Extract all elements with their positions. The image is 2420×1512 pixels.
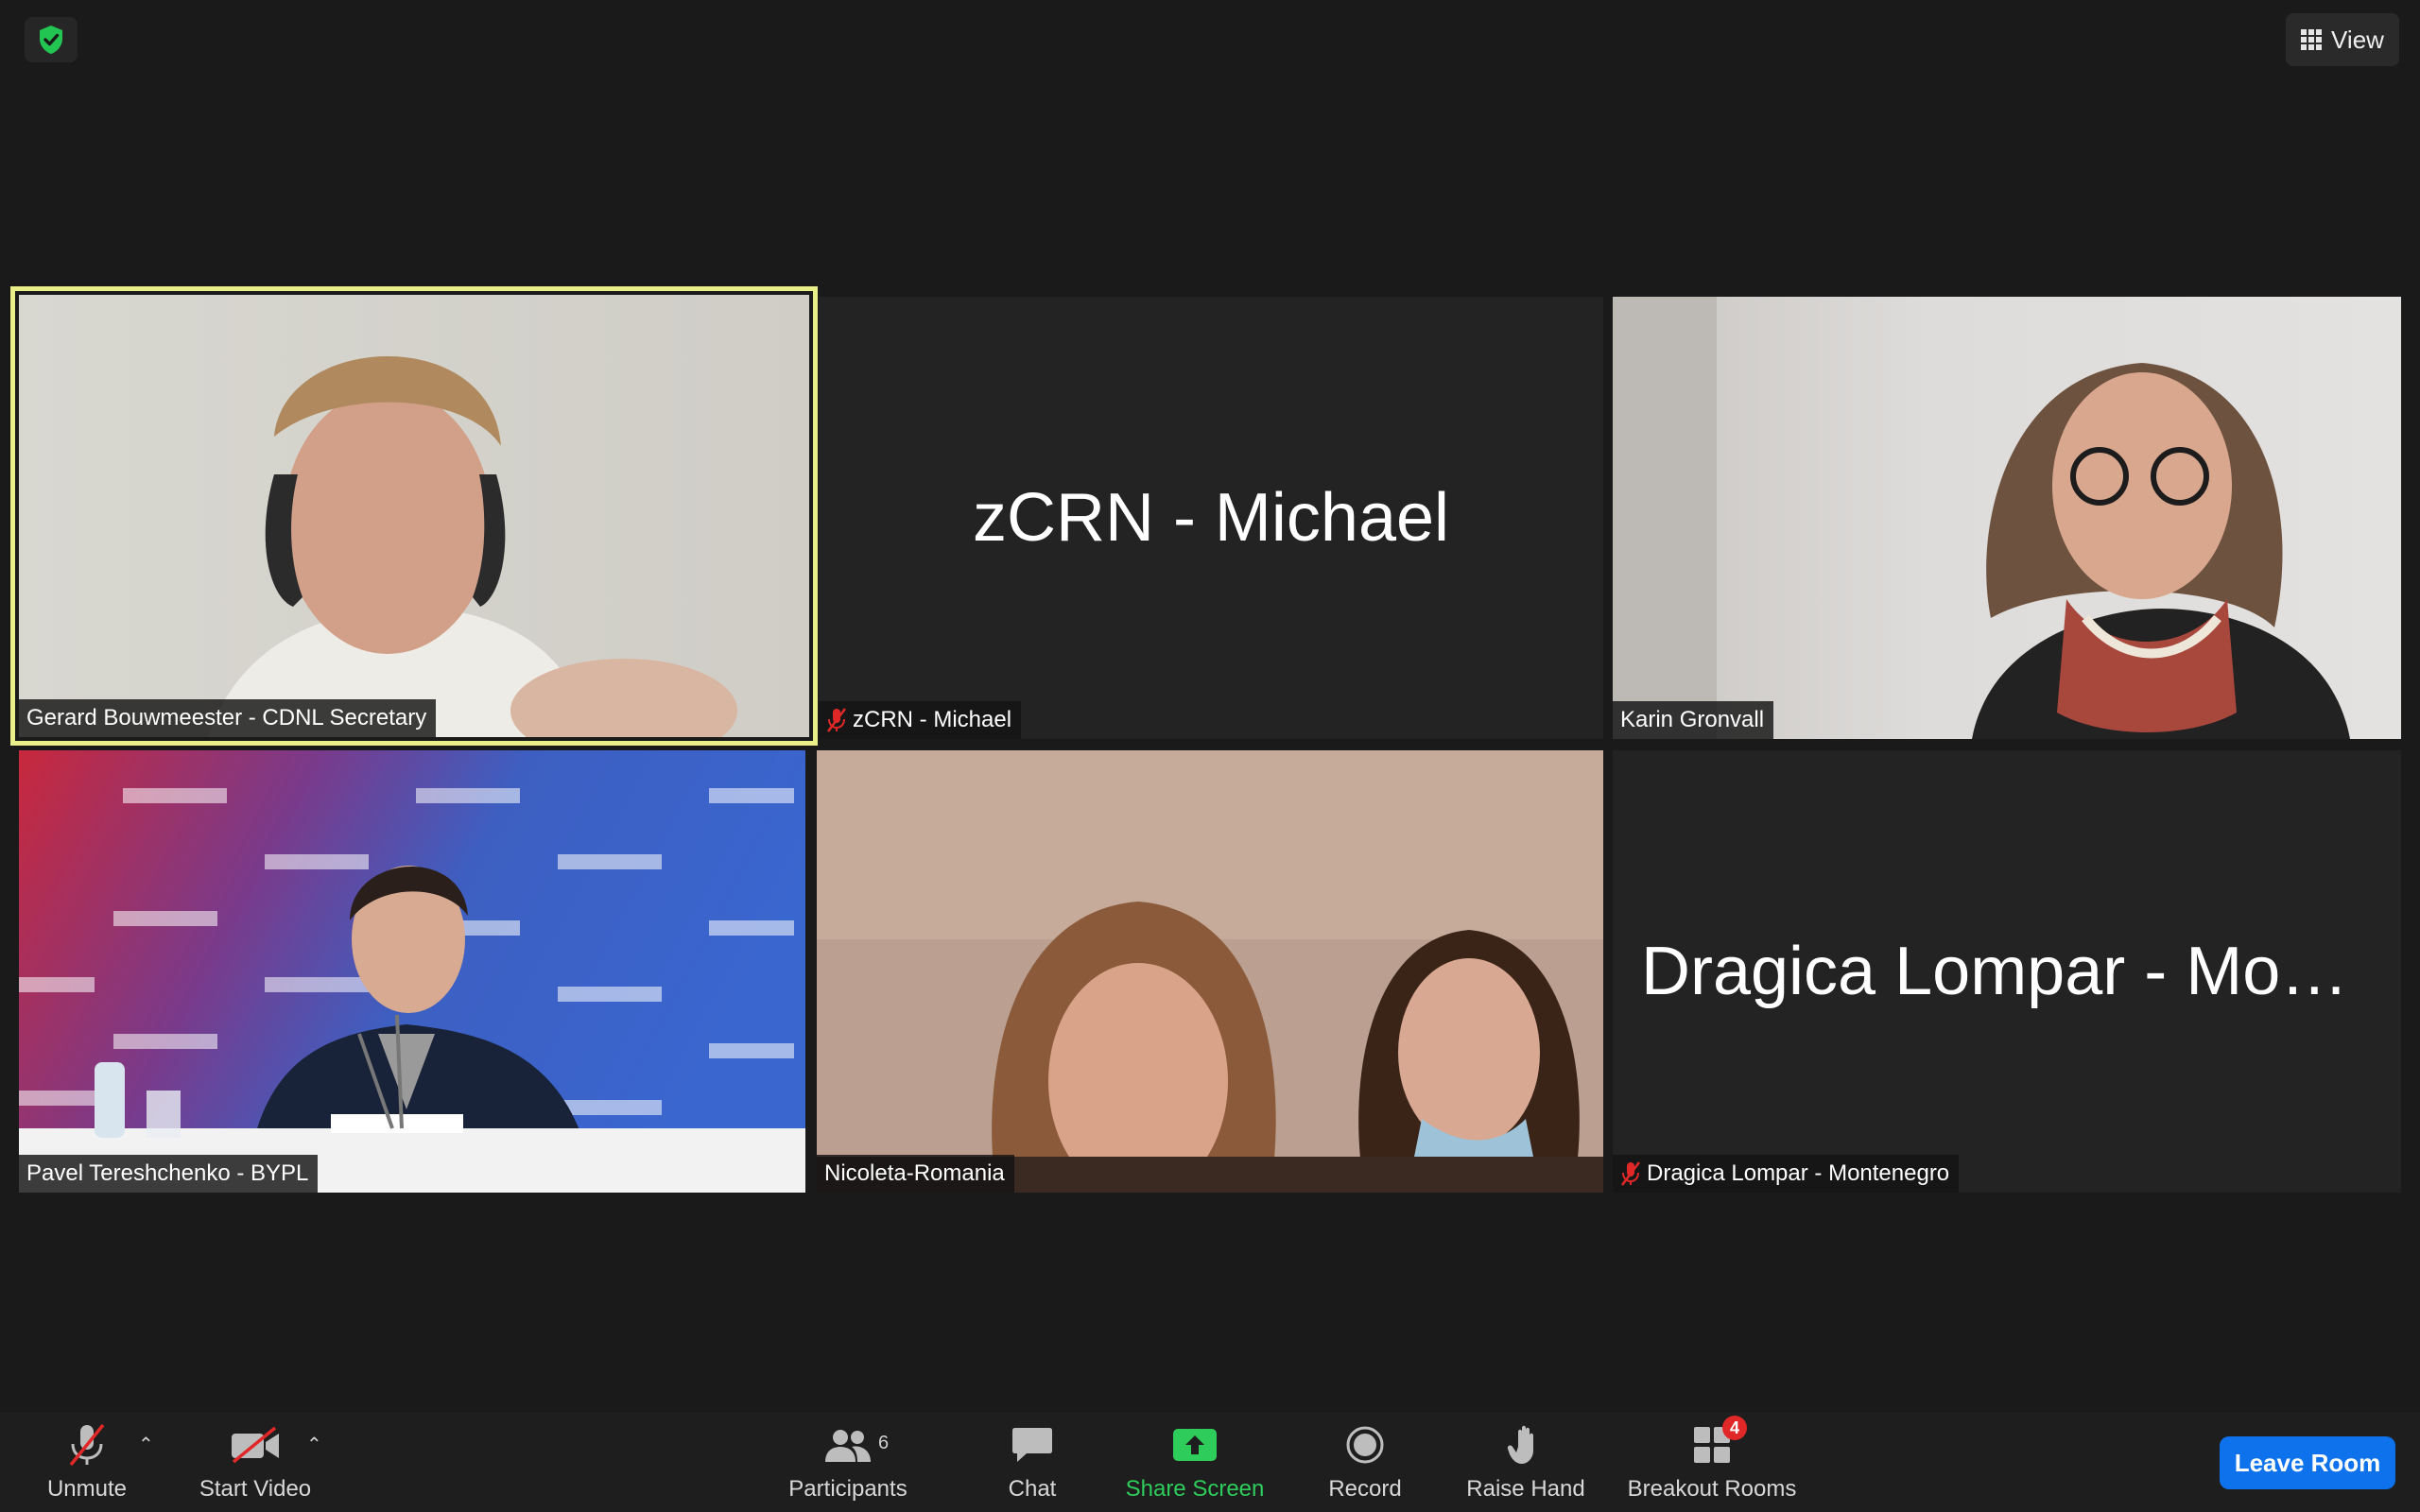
- video-tile-nicoleta[interactable]: Nicoleta-Romania: [817, 750, 1603, 1193]
- record-button[interactable]: Record: [1318, 1412, 1412, 1512]
- raise-hand-icon: [1507, 1425, 1533, 1464]
- chat-bubble-icon: [1012, 1428, 1052, 1462]
- view-button[interactable]: View: [2286, 13, 2399, 66]
- start-video-button[interactable]: Start Video: [189, 1412, 321, 1512]
- name-tag: zCRN - Michael: [819, 701, 1022, 739]
- security-shield-icon[interactable]: [25, 17, 78, 62]
- participant-video-pavel: [19, 750, 805, 1193]
- video-options-chevron-up-icon[interactable]: ⌃: [306, 1433, 322, 1456]
- participants-count: 6: [878, 1433, 890, 1453]
- unmute-label: Unmute: [46, 1476, 128, 1502]
- zoom-meeting-window: View Gerard Bouwmeester - CDNL Secretary…: [0, 0, 2420, 1512]
- video-tile-pavel[interactable]: Pavel Tereshchenko - BYPL: [19, 750, 805, 1193]
- participant-display-name: Dragica Lompar - Monte...: [1613, 750, 2401, 1193]
- participant-name: Gerard Bouwmeester - CDNL Secretary: [26, 705, 427, 730]
- video-off-icon: [232, 1426, 279, 1464]
- participant-display-name: zCRN - Michael: [819, 297, 1603, 739]
- share-screen-button[interactable]: Share Screen: [1119, 1412, 1270, 1512]
- participants-button[interactable]: 6 Participants: [777, 1412, 919, 1512]
- raise-hand-button[interactable]: Raise Hand: [1460, 1412, 1592, 1512]
- participants-label: Participants: [788, 1476, 908, 1502]
- muted-mic-icon: [1621, 1161, 1640, 1186]
- grid-icon: [2301, 29, 2323, 50]
- meeting-toolbar: Unmute ⌃ Start Video ⌃ 6 Participants Ch…: [0, 1412, 2420, 1512]
- participant-name: zCRN - Michael: [853, 707, 1012, 732]
- participant-name: Pavel Tereshchenko - BYPL: [26, 1160, 309, 1186]
- view-label: View: [2331, 25, 2384, 54]
- participant-name: Nicoleta-Romania: [824, 1160, 1005, 1186]
- participant-video-nicoleta: [817, 750, 1603, 1193]
- leave-room-label: Leave Room: [2234, 1448, 2381, 1477]
- participants-icon: [825, 1430, 871, 1462]
- participant-video-karin: [1613, 297, 2401, 739]
- participant-name: Karin Gronvall: [1620, 707, 1765, 732]
- participant-display-name-text: Dragica Lompar - Monte...: [1641, 934, 2373, 1009]
- video-tile-karin[interactable]: Karin Gronvall: [1613, 297, 2401, 739]
- chat-label: Chat: [1008, 1476, 1057, 1502]
- leave-room-button[interactable]: Leave Room: [2220, 1436, 2395, 1489]
- share-screen-arrow-icon: [1173, 1429, 1217, 1461]
- video-tile-dragica[interactable]: Dragica Lompar - Monte... Dragica Lompar…: [1613, 750, 2401, 1193]
- name-tag: Gerard Bouwmeester - CDNL Secretary: [19, 699, 437, 737]
- muted-mic-icon: [69, 1423, 105, 1467]
- record-icon: [1346, 1426, 1384, 1464]
- muted-mic-icon: [827, 708, 846, 732]
- breakout-rooms-button[interactable]: 4 Breakout Rooms: [1620, 1412, 1804, 1512]
- name-tag: Pavel Tereshchenko - BYPL: [19, 1155, 319, 1193]
- unmute-button[interactable]: Unmute: [38, 1412, 136, 1512]
- name-tag: Nicoleta-Romania: [817, 1155, 1014, 1193]
- record-label: Record: [1328, 1476, 1402, 1502]
- audio-options-chevron-up-icon[interactable]: ⌃: [138, 1433, 154, 1456]
- name-tag: Dragica Lompar - Montenegro: [1613, 1155, 1960, 1193]
- raise-hand-label: Raise Hand: [1466, 1476, 1585, 1502]
- video-tile-gerard[interactable]: Gerard Bouwmeester - CDNL Secretary: [10, 286, 818, 746]
- start-video-label: Start Video: [199, 1476, 312, 1502]
- breakout-rooms-label: Breakout Rooms: [1627, 1476, 1797, 1502]
- participant-display-name-text: zCRN - Michael: [972, 480, 1450, 556]
- participant-name: Dragica Lompar - Montenegro: [1647, 1160, 1950, 1186]
- share-screen-label: Share Screen: [1125, 1476, 1265, 1502]
- breakout-rooms-badge: 4: [1722, 1416, 1747, 1440]
- participant-video-gerard: [19, 295, 809, 737]
- video-tile-zcrn-michael[interactable]: zCRN - Michael zCRN - Michael: [819, 297, 1603, 739]
- chat-button[interactable]: Chat: [994, 1412, 1070, 1512]
- name-tag: Karin Gronvall: [1613, 701, 1774, 739]
